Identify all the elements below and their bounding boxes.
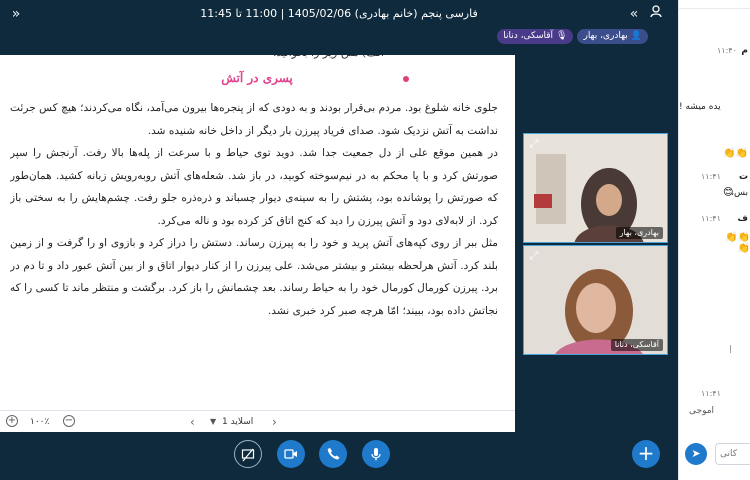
- clap-emoji-icon: 👏👏👏: [725, 232, 750, 254]
- chat-time: ۱۱:۴۱: [701, 389, 721, 398]
- prev-slide-icon[interactable]: ‹: [190, 415, 195, 429]
- top-bar: » فارسی پنجم (خانم بهادری) 1405/02/06 | …: [0, 0, 678, 28]
- chevron-down-icon[interactable]: ▼: [210, 415, 216, 429]
- paragraph: در همین موقع علی از دل جمعیت جدا شد. دوی…: [10, 147, 498, 227]
- divider-dot: |: [729, 344, 732, 353]
- chat-panel: م ۱۱:۴۰ یده میشه ! 👏👏 ت ۱۱:۴۱ 😊 بس، ف ۱۱…: [678, 0, 750, 480]
- meeting-title: فارسی پنجم (خانم بهادری) 1405/02/06 | 11…: [200, 7, 478, 20]
- divider: [679, 8, 750, 9]
- mic-icon: 🎙: [556, 31, 568, 41]
- slide-selector[interactable]: اسلاید 1: [222, 415, 253, 429]
- user-add-icon[interactable]: [646, 4, 666, 24]
- send-icon[interactable]: ➤: [685, 443, 707, 465]
- story-heading: پسری در آتش: [221, 71, 293, 85]
- chat-message: بس،: [731, 188, 748, 198]
- participant-name: بهادری، بهار: [615, 227, 663, 239]
- chat-time: ۱۱:۴۰: [717, 46, 737, 55]
- chat-message: یده میشه !: [679, 102, 721, 112]
- participant-chips: 🎙 آقاسکی، دنانا 👤 بهادری، بهار: [497, 29, 648, 44]
- phone-icon[interactable]: [319, 440, 347, 468]
- slide-document: الف) متن زیر را بخوانید. پسری در آتش جلو…: [10, 55, 504, 410]
- video-tile[interactable]: ⤢ بهادری، بهار: [523, 133, 668, 243]
- slide-navigation-bar: + ۱۰۰٪ − ‹ ▼ اسلاید 1 ›: [0, 410, 515, 432]
- emoji-hint: اموجی: [689, 406, 715, 416]
- clap-emoji-icon: 👏👏: [723, 148, 748, 159]
- paragraph: مثل ببر از روی کپه‌های آتش پرید و خود را…: [10, 237, 498, 317]
- story-text: جلوی خانه شلوغ بود. مردم بی‌قرار بودند و…: [10, 97, 498, 322]
- chat-input[interactable]: کانی: [715, 443, 750, 465]
- expand-icon[interactable]: ⤢: [527, 137, 541, 151]
- participant-name: آقاسکی، دنانا: [610, 339, 663, 351]
- presentation-stage: الف) متن زیر را بخوانید. پسری در آتش جلو…: [0, 55, 515, 432]
- chevron-left-double-icon[interactable]: «: [624, 4, 644, 24]
- reading-prompt: الف) متن زیر را بخوانید.: [204, 55, 384, 65]
- person-icon: 👤: [630, 31, 642, 41]
- next-slide-icon[interactable]: ›: [272, 415, 277, 429]
- chat-time: ۱۱:۴۱: [701, 172, 721, 181]
- bullet-dot: [403, 76, 409, 82]
- participant-chip[interactable]: 👤 بهادری، بهار: [577, 29, 648, 44]
- screen-share-off-icon[interactable]: [234, 440, 262, 468]
- video-camera-icon[interactable]: [277, 440, 305, 468]
- chat-time: ۱۱:۴۱: [701, 214, 721, 223]
- microphone-icon[interactable]: [362, 440, 390, 468]
- expand-icon[interactable]: ⤢: [527, 249, 541, 263]
- chat-sender: م: [741, 46, 748, 56]
- video-tile[interactable]: ⤢ آقاسکی، دنانا: [523, 245, 668, 355]
- zoom-level: ۱۰۰٪: [30, 417, 50, 427]
- paragraph: جلوی خانه شلوغ بود. مردم بی‌قرار بودند و…: [10, 102, 498, 137]
- zoom-in-icon[interactable]: +: [6, 415, 18, 427]
- participant-chip[interactable]: 🎙 آقاسکی، دنانا: [497, 29, 574, 44]
- control-bar: +: [0, 432, 678, 480]
- zoom-out-icon[interactable]: −: [63, 415, 75, 427]
- plus-icon[interactable]: +: [632, 440, 660, 468]
- meeting-window: » فارسی پنجم (خانم بهادری) 1405/02/06 | …: [0, 0, 678, 480]
